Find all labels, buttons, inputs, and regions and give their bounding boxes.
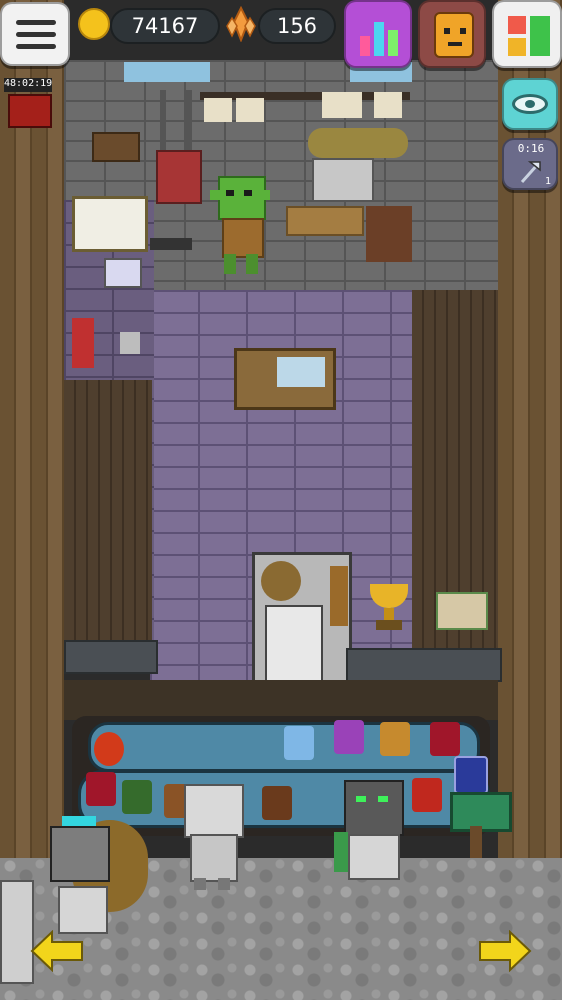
scroll-right-button[interactable] [478,929,532,973]
bar-chart-icon [360,16,400,56]
metal-grate [346,648,502,682]
menu-button[interactable] [0,2,70,66]
golden-blade-item[interactable] [380,722,410,756]
coin-stack [330,566,348,626]
metal-plate [312,158,374,202]
hanging-chain [186,90,192,150]
metal-box [120,332,140,354]
notice-board [72,196,148,252]
hamburger-menu-icon [16,20,56,50]
crafting-timer: 0:16 [517,142,545,155]
customer-mummy-edge[interactable] [0,880,34,984]
blueprint-paper [322,92,362,118]
axe-icon [516,158,544,186]
leather-hide [366,206,412,262]
event-cart-icon [8,94,52,128]
red-fire-extinguisher [72,318,94,368]
crafting-count: 1 [544,176,552,187]
left-wood-wall [0,0,64,860]
eye-icon [512,94,548,114]
blue-shield-item[interactable] [454,756,488,794]
metal-grate [64,640,158,674]
recipe-book[interactable] [436,592,488,630]
shop-layout-button[interactable] [492,0,562,68]
customer-mummy[interactable] [180,784,246,890]
supply-shelf [234,348,336,410]
event-timer: 48:02:19 [4,78,52,92]
blueprint-paper [204,98,232,122]
wood-shelf [286,206,364,236]
goblin-blacksmith[interactable] [210,176,272,276]
ice-armor-item[interactable] [284,726,314,760]
crystal-counter: 156 [258,8,336,44]
blueprint-paper [374,92,402,118]
green-shield-item[interactable] [122,780,152,814]
character-button[interactable] [418,0,486,68]
gold-coin-icon [78,8,110,40]
coin-amount: 74167 [131,14,199,38]
character-portrait-icon [434,12,474,58]
control-panel [104,258,142,288]
game-scene: 74167 156 48:02:19 0:16 1 [0,0,562,1000]
crafting-queue-button[interactable]: 0:16 1 [502,138,558,190]
scroll-left-button[interactable] [30,929,84,973]
customer-zombie[interactable] [334,772,408,888]
hanging-chain [160,90,166,150]
gears-decoration [308,128,408,158]
orange-crystal-icon [226,5,256,43]
customer-robot-furball[interactable] [42,810,152,940]
anvil [150,238,192,250]
shop-layout-icon [508,16,550,56]
red-sword-item[interactable] [412,778,442,812]
blueprint-paper [236,98,264,122]
brown-boots-item[interactable] [262,786,292,820]
stats-button[interactable] [344,0,412,68]
red-armor-item[interactable] [430,722,460,756]
workshop-floor [64,680,498,720]
fire-orb-item[interactable] [94,732,124,766]
coin-counter: 74167 [110,8,220,44]
crystal-amount: 156 [276,14,318,38]
window-sky [124,62,210,82]
left-arrow-icon [30,929,83,973]
purple-wings-item[interactable] [334,720,364,754]
gold-trophy[interactable] [366,584,412,632]
event-badge[interactable]: 48:02:19 [4,78,52,128]
red-tool-rack [156,150,202,204]
right-arrow-icon [479,929,532,973]
left-wood-panel [64,380,152,640]
treasure-chest [92,132,140,162]
visibility-button[interactable] [502,78,558,130]
red-armor-item[interactable] [86,772,116,806]
